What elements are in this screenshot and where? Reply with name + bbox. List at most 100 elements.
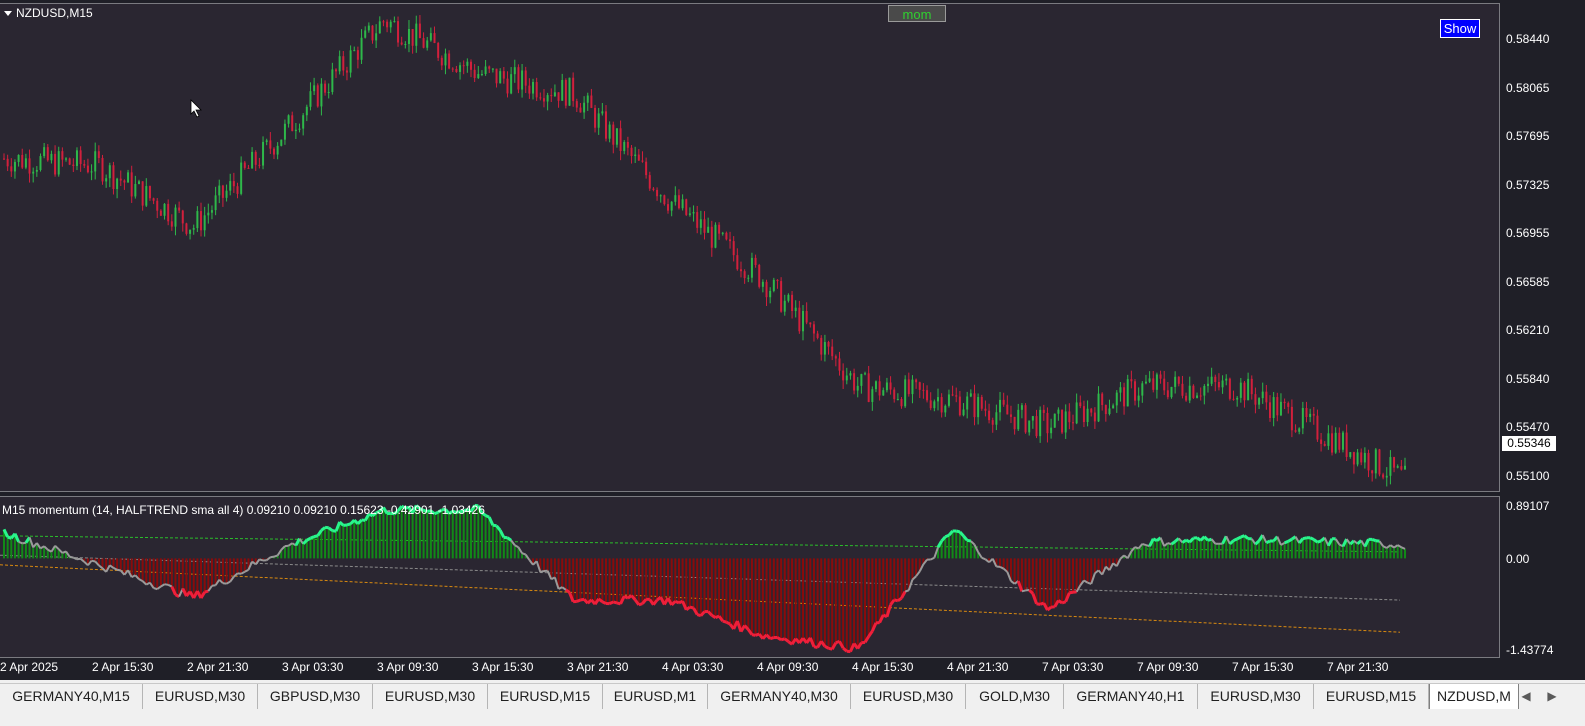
tab-eurusd-m30[interactable]: EURUSD,M30 <box>143 684 258 709</box>
tab-eurusd-m15[interactable]: EURUSD,M15 <box>488 684 603 709</box>
candle-body <box>1028 420 1031 433</box>
candle-body <box>1214 376 1217 383</box>
candle-body <box>1243 382 1246 401</box>
candle-body <box>411 29 414 46</box>
candle-body <box>1331 433 1334 453</box>
candle-body <box>1123 387 1126 407</box>
candle-body <box>882 390 885 396</box>
tab-nzdusd-active[interactable]: NZDUSD,M <box>1429 684 1519 710</box>
momentum-line-segment <box>710 614 717 619</box>
candle-body <box>553 92 556 97</box>
momentum-line-segment <box>896 596 903 603</box>
candle-body <box>178 207 181 211</box>
candle-body <box>200 211 203 231</box>
price-tick-label: 0.57325 <box>1506 178 1550 192</box>
momentum-line-segment <box>270 555 275 559</box>
candle-body <box>1393 457 1396 468</box>
mom-button[interactable]: mom <box>888 5 946 22</box>
candle-body <box>1196 395 1199 398</box>
candle-body <box>1210 376 1213 384</box>
momentum-line-segment <box>944 533 950 539</box>
candle-body <box>1017 409 1020 430</box>
momentum-line-segment <box>521 552 527 556</box>
candle-body <box>1148 378 1151 382</box>
candle-body <box>867 373 870 402</box>
candle-body <box>601 111 604 114</box>
tab-gbpusd-m30[interactable]: GBPUSD,M30 <box>258 684 373 709</box>
candle-body <box>864 373 867 375</box>
candle-body <box>878 381 881 396</box>
price-tick-label: 0.56210 <box>1506 323 1550 337</box>
candle-body <box>1287 403 1290 407</box>
candle-body <box>1276 397 1279 416</box>
price-tick-label: 0.55100 <box>1506 469 1550 483</box>
time-tick-label: 3 Apr 15:30 <box>472 660 534 674</box>
candle-body <box>874 381 877 390</box>
tab-germany40-m30[interactable]: GERMANY40,M30 <box>708 684 851 709</box>
candle-body <box>1305 407 1308 417</box>
dropdown-triangle-icon[interactable] <box>4 11 12 17</box>
candle-body <box>969 393 972 397</box>
symbol-title[interactable]: NZDUSD,M15 <box>4 6 93 20</box>
scroll-right-icon[interactable]: ▶ <box>1544 686 1560 706</box>
candle-body <box>1192 385 1195 398</box>
momentum-line-segment <box>273 554 278 558</box>
candle-body <box>809 322 812 325</box>
chart-window[interactable] <box>0 0 1585 680</box>
tab-eurusd-m15[interactable]: EURUSD,M15 <box>1314 684 1429 709</box>
candle-body <box>79 150 82 165</box>
candle-body <box>1188 385 1191 401</box>
tab-eurusd-m1[interactable]: EURUSD,M1 <box>603 684 708 709</box>
tab-eurusd-m30[interactable]: EURUSD,M30 <box>1198 684 1314 709</box>
candle-body <box>1090 408 1093 413</box>
candle-body <box>1126 379 1129 407</box>
candle-body <box>787 294 790 301</box>
candle-body <box>918 382 921 390</box>
candle-body <box>747 277 750 279</box>
candle-body <box>761 281 764 287</box>
candle-body <box>564 79 567 106</box>
time-tick-label: 4 Apr 03:30 <box>662 660 724 674</box>
tab-germany40-m15[interactable]: GERMANY40,M15 <box>0 684 143 709</box>
candle-body <box>1228 378 1231 399</box>
candle-body <box>484 66 487 75</box>
candle-body <box>1185 395 1188 401</box>
price-chart-canvas[interactable] <box>0 4 1500 493</box>
candle-body <box>101 157 104 182</box>
momentum-line-segment <box>1021 589 1026 593</box>
candle-body <box>185 223 188 234</box>
candle-body <box>1013 416 1016 430</box>
tab-germany40-h1[interactable]: GERMANY40,H1 <box>1064 684 1198 709</box>
candle-body <box>495 68 498 84</box>
tab-gold-m30[interactable]: GOLD,M30 <box>966 684 1064 709</box>
candle-body <box>65 158 68 160</box>
momentum-line-segment <box>346 522 352 527</box>
candle-body <box>269 140 272 149</box>
candle-body <box>1225 378 1228 381</box>
momentum-indicator-pane[interactable] <box>0 496 1500 658</box>
candle-body <box>758 264 761 287</box>
candle-body <box>1134 381 1137 401</box>
candle-body <box>130 172 133 197</box>
candle-body <box>1199 395 1202 397</box>
candle-body <box>407 29 410 45</box>
candle-body <box>506 78 509 94</box>
time-tick-label: 3 Apr 09:30 <box>377 660 439 674</box>
candle-body <box>1239 382 1242 398</box>
candle-body <box>951 394 954 396</box>
candle-body <box>823 342 826 355</box>
price-chart-pane[interactable] <box>0 3 1500 492</box>
tab-eurusd-m30[interactable]: EURUSD,M30 <box>373 684 488 709</box>
candle-body <box>1137 395 1140 401</box>
candle-body <box>667 204 670 211</box>
candle-body <box>24 158 27 168</box>
candle-body <box>1217 382 1220 388</box>
candle-body <box>90 171 93 173</box>
candle-body <box>119 178 122 181</box>
scroll-left-icon[interactable]: ◀ <box>1518 686 1534 706</box>
show-button[interactable]: Show <box>1440 19 1480 38</box>
momentum-indicator-canvas[interactable] <box>0 497 1500 659</box>
candle-body <box>488 66 491 69</box>
tab-eurusd-m30[interactable]: EURUSD,M30 <box>851 684 966 709</box>
time-tick-label: 7 Apr 09:30 <box>1137 660 1199 674</box>
